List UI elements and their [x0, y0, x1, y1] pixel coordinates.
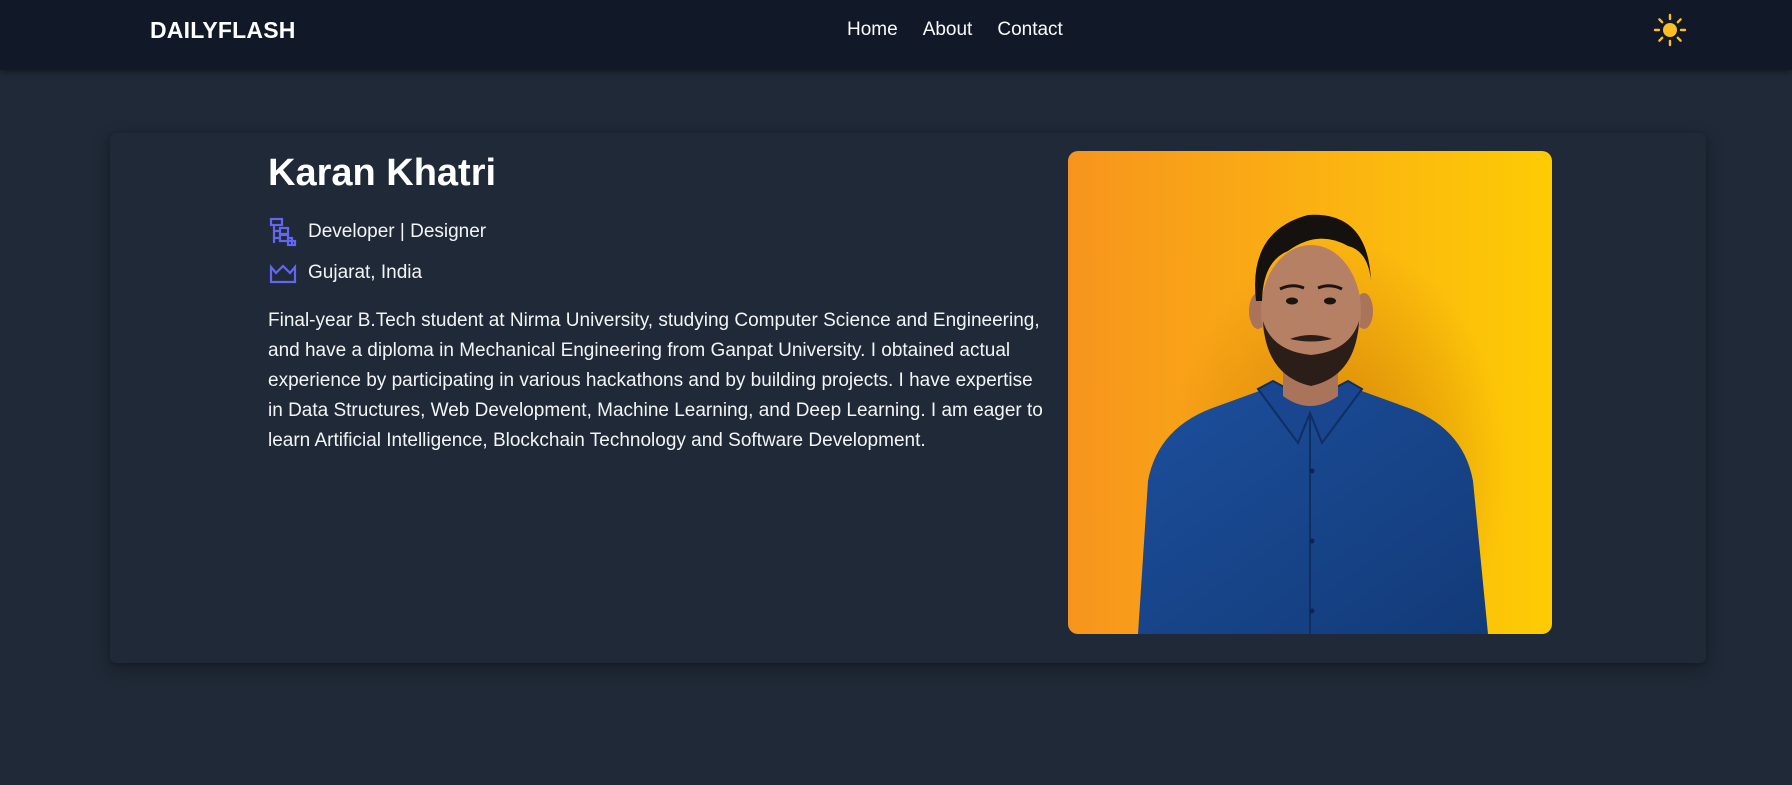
profile-name: Karan Khatri [268, 152, 497, 194]
top-navbar: DAILYFLASH Home About Contact [0, 0, 1792, 70]
person-portrait-image [1138, 214, 1508, 634]
nav-links: Home About Contact [847, 19, 1063, 41]
role-row: Developer | Designer [268, 217, 486, 247]
nav-about-link[interactable]: About [923, 19, 973, 41]
sitemap-icon [269, 217, 297, 247]
brand-logo[interactable]: DAILYFLASH [150, 17, 296, 44]
sun-icon[interactable] [1653, 13, 1687, 47]
role-text: Developer | Designer [308, 221, 487, 242]
location-row: Gujarat, India [268, 258, 422, 288]
nav-home-link[interactable]: Home [847, 19, 898, 41]
bio-paragraph: Final-year B.Tech student at Nirma Unive… [268, 310, 1043, 451]
location-text: Gujarat, India [308, 262, 423, 283]
profile-photo [1068, 151, 1552, 634]
crown-icon [269, 263, 297, 284]
nav-contact-link[interactable]: Contact [997, 19, 1062, 41]
